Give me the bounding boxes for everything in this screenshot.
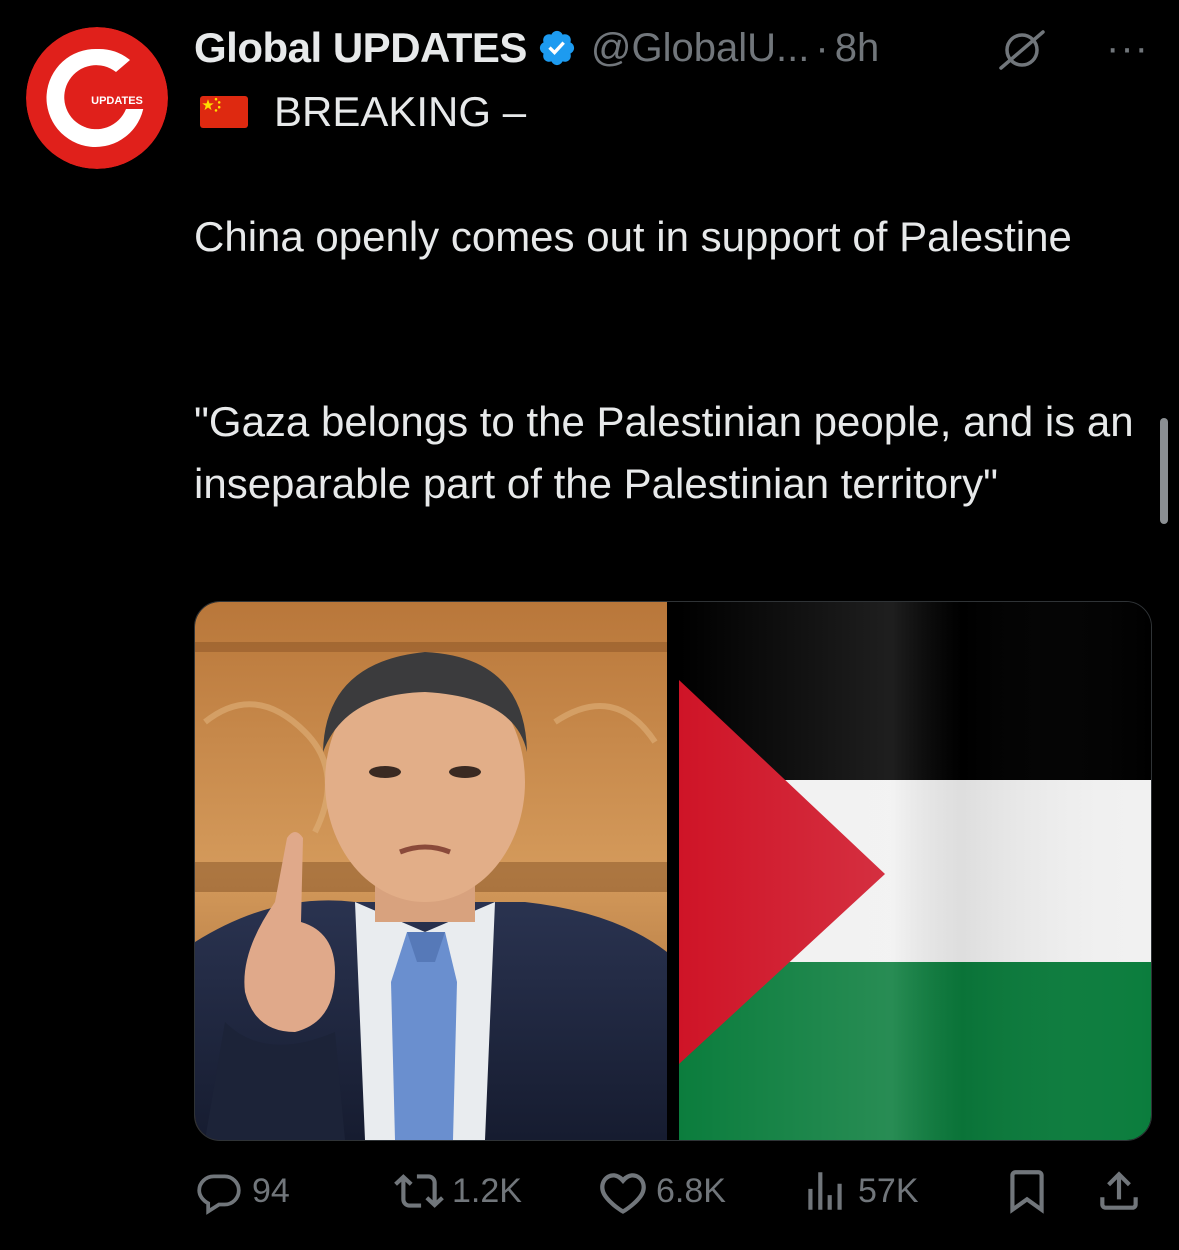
media-photo-left[interactable] [195,602,667,1140]
breaking-line: BREAKING – [200,84,526,140]
tweet-body-paragraph-2: "Gaza belongs to the Palestinian people,… [194,398,1134,507]
author-handle[interactable]: @GlobalU... [591,26,809,71]
grok-icon[interactable] [997,28,1047,72]
views-count: 57K [858,1171,919,1210]
share-icon [1100,1171,1138,1210]
media-photo-right[interactable] [679,602,1151,1140]
like-count: 6.8K [656,1171,726,1210]
more-options-icon[interactable]: ··· [1106,26,1149,71]
breaking-label: BREAKING – [274,88,527,135]
tweet-time[interactable]: 8h [835,26,880,71]
heart-icon [600,1173,646,1214]
action-bar: 94 1.2K 6.8K 57K [194,1160,1150,1224]
tweet-body-paragraph-1: China openly comes out in support of Pal… [194,213,1072,260]
portrait-photo-image [195,602,667,1140]
bookmark-icon [1010,1170,1044,1214]
author-name[interactable]: Global UPDATES [194,24,527,72]
reply-icon [197,1174,241,1215]
like-button[interactable]: 6.8K [598,1166,726,1216]
reply-button[interactable]: 94 [194,1166,290,1216]
tweet-media[interactable] [194,601,1152,1141]
repost-icon [394,1174,444,1208]
reply-count: 94 [252,1171,290,1210]
verified-badge-icon[interactable] [537,28,577,68]
avatar-label: UPDATES [91,95,143,107]
scrollbar-thumb[interactable] [1160,418,1168,524]
palestine-flag-image [679,602,1151,1140]
china-flag-icon [200,96,248,128]
bookmark-button[interactable] [1002,1166,1052,1216]
separator-dot: · [815,25,829,70]
global-updates-logo: UPDATES [26,27,168,169]
repost-count: 1.2K [452,1171,522,1210]
tweet-header: Global UPDATES @GlobalU... · 8h ··· [194,20,1149,76]
views-button[interactable]: 57K [800,1166,919,1216]
share-button[interactable] [1094,1166,1144,1216]
views-chart-icon [808,1172,842,1210]
repost-button[interactable]: 1.2K [394,1166,522,1216]
author-avatar[interactable]: UPDATES [26,27,168,169]
